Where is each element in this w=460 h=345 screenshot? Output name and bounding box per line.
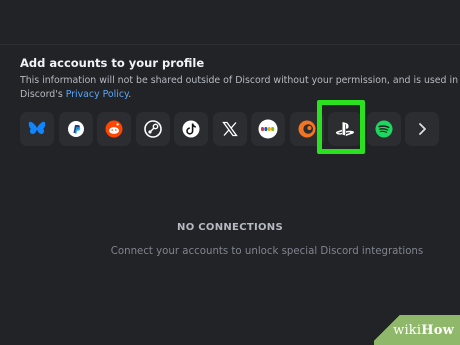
spotify-icon xyxy=(375,120,392,138)
wikihow-logo: wikiHow xyxy=(393,323,454,338)
chevron-right-icon xyxy=(419,123,426,135)
wikihow-watermark: wikiHow xyxy=(374,315,460,345)
butterfly-icon xyxy=(28,121,46,134)
connections-page: Add accounts to your profile This inform… xyxy=(0,0,460,345)
wikihow-how-text: How xyxy=(421,323,454,338)
divider xyxy=(0,44,460,45)
description-line-1: This information will not be shared outs… xyxy=(20,75,460,86)
connect-bluesky-button[interactable] xyxy=(20,112,54,146)
empty-state-subtitle: Connect your accounts to unlock special … xyxy=(110,246,424,257)
description-line-2: Discord's Privacy Policy. xyxy=(20,88,460,102)
tiktok-icon xyxy=(182,120,200,138)
connect-spotify-button[interactable] xyxy=(366,112,401,146)
description-suffix: . xyxy=(128,89,132,100)
wikihow-wiki-text: wiki xyxy=(393,323,422,338)
connection-icons-row xyxy=(20,112,439,146)
connect-reddit-button[interactable] xyxy=(97,112,131,146)
connect-tiktok-button[interactable] xyxy=(174,112,208,146)
more-connections-button[interactable] xyxy=(405,112,439,146)
empty-state-title: NO CONNECTIONS xyxy=(177,222,283,233)
section-heading: Add accounts to your profile xyxy=(20,56,205,70)
reddit-icon xyxy=(105,120,123,138)
privacy-policy-link[interactable]: Privacy Policy xyxy=(66,89,129,100)
steam-icon xyxy=(143,120,162,138)
ebay-icon xyxy=(258,119,278,139)
section-description: This information will not be shared outs… xyxy=(20,74,460,102)
connect-ebay-button[interactable] xyxy=(251,112,285,146)
connect-paypal-button[interactable] xyxy=(58,112,93,146)
connect-steam-button[interactable] xyxy=(135,112,170,146)
description-prefix: Discord's xyxy=(20,89,66,100)
crunchyroll-icon xyxy=(298,120,315,138)
x-icon xyxy=(221,121,238,137)
connect-x-button[interactable] xyxy=(212,112,247,146)
playstation-highlight-box xyxy=(317,100,365,154)
paypal-icon xyxy=(67,121,84,137)
